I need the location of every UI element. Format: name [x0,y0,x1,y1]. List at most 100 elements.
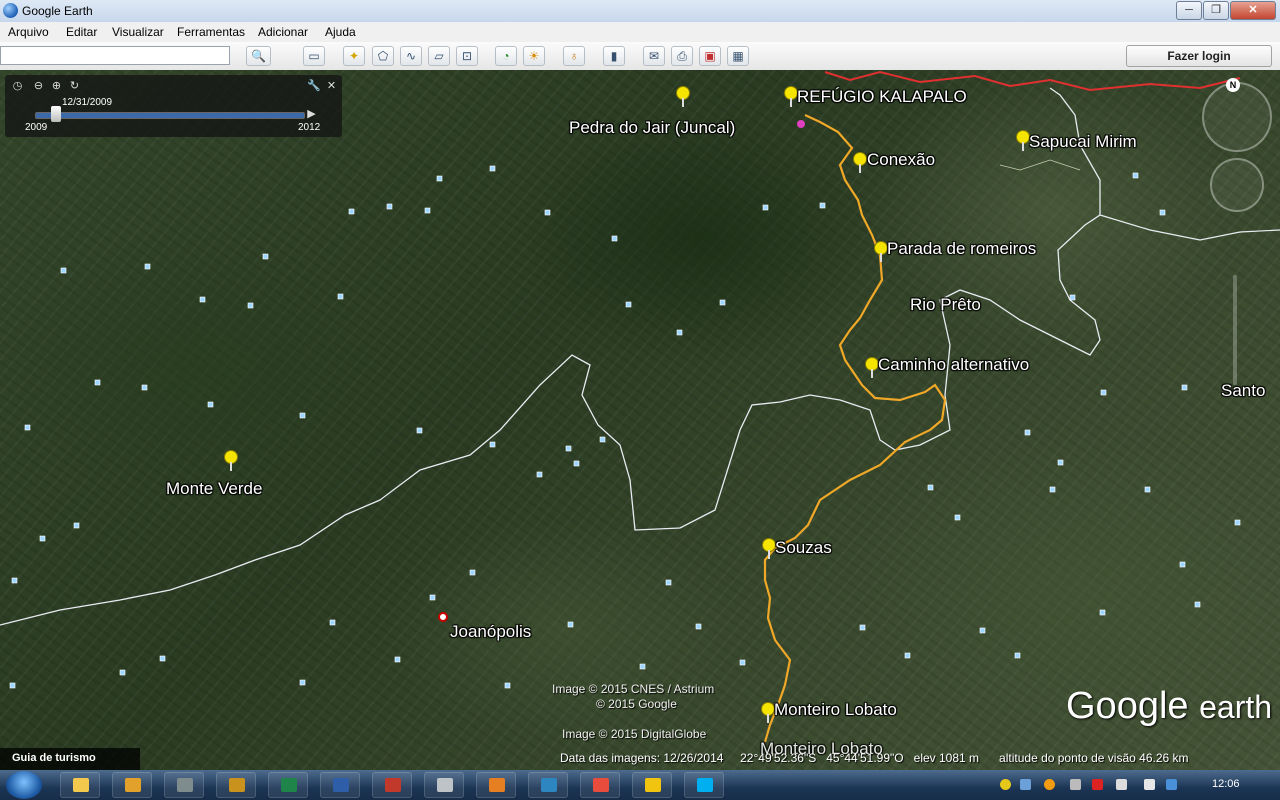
save-image-icon[interactable]: ▦ [727,46,749,66]
word-icon [333,778,349,792]
tour-guide-bar[interactable]: Guia de turismo [0,748,140,770]
placemark-label[interactable]: Caminho alternativo [878,355,1029,375]
historical-imagery-icon[interactable]: ◔ [495,46,517,66]
taskbar-app-word[interactable] [320,772,360,798]
zoom-slider[interactable] [1233,275,1237,385]
map-overlay [0,70,1280,743]
placemark-pin-icon[interactable] [865,357,879,378]
placemark-pin-icon[interactable] [224,450,238,471]
move-joystick[interactable] [1210,158,1264,212]
tray-icon-3[interactable] [1044,779,1055,790]
tray-icon-5[interactable] [1092,779,1103,790]
maps-icon[interactable]: ▣ [699,46,721,66]
placemark-label[interactable]: Sapucai Mirim [1029,132,1137,152]
taskbar-app-explorer[interactable] [60,772,100,798]
acrobat-icon [385,778,401,792]
placemark-label[interactable]: Monteiro Lobato [774,700,897,720]
calculator-icon [177,778,193,792]
maximize-button[interactable]: ❐ [1203,1,1229,20]
network-icon[interactable] [1116,779,1127,790]
placemark-label[interactable]: Conexão [867,150,935,170]
time-slider-panel: ◷ ⊖ ⊕ ↻ 🔧 ✕ 12/31/2009 ▶ 2009 2012 [5,75,342,137]
placemark-pin-icon[interactable] [874,241,888,262]
attribution-google: © 2015 Google [596,697,677,711]
placemark-label[interactable]: REFÚGIO KALAPALO [797,87,967,107]
taskbar-app-skype[interactable] [684,772,724,798]
zoom-in-time-icon[interactable]: ⊕ [50,80,63,93]
look-joystick[interactable]: N [1202,78,1272,152]
taskbar-app-media-player[interactable] [112,772,152,798]
placemark-pin-icon[interactable] [1016,130,1030,151]
placemark-label[interactable]: Souzas [775,538,832,558]
title-bar: Google Earth ─ ❐ ✕ [0,0,1280,22]
volume-icon[interactable] [1144,779,1155,790]
clock-icon[interactable]: ◷ [11,80,24,93]
minimize-button[interactable]: ─ [1176,1,1202,20]
menu-item-arquivo[interactable]: Arquivo [8,25,49,39]
google-earth-watermark: Google earth [1066,685,1272,728]
close-button[interactable]: ✕ [1230,1,1276,20]
refresh-icon[interactable]: ↻ [68,80,81,93]
compass-north-icon[interactable]: N [1226,78,1240,92]
taskbar-app-paint[interactable] [476,772,516,798]
menu-item-ajuda[interactable]: Ajuda [325,25,356,39]
print-icon[interactable]: ⎙ [671,46,693,66]
menu-item-editar[interactable]: Editar [66,25,97,39]
login-button[interactable]: Fazer login [1126,45,1272,67]
taskbar-app-acrobat[interactable] [372,772,412,798]
menu-item-ferramentas[interactable]: Ferramentas [177,25,245,39]
polygon-icon[interactable]: ⬠ [372,46,394,66]
taskbar-app-notes[interactable] [424,772,464,798]
imagery-date: Data das imagens: 12/26/2014 [560,751,724,765]
taskbar-app-app-orange[interactable] [216,772,256,798]
taskbar-app-windows-explorer[interactable] [632,772,672,798]
taskbar-app-chrome[interactable] [580,772,620,798]
time-slider-track[interactable] [35,112,305,119]
menu-bar: Arquivo Editar Visualizar Ferramentas Ad… [0,22,1280,42]
close-time-slider-icon[interactable]: ✕ [325,80,338,93]
placemark-pin-icon[interactable] [784,86,798,107]
window-title: Google Earth [22,4,93,18]
keyboard-icon[interactable] [1166,779,1177,790]
wrench-icon[interactable]: 🔧 [307,80,321,93]
road-line [999,159,1081,171]
overlay-icon[interactable]: ▱ [428,46,450,66]
sidebar-icon[interactable]: ▭ [303,46,325,66]
placemark-pin-icon[interactable] [853,152,867,173]
zoom-out-time-icon[interactable]: ⊖ [32,80,45,93]
watermark-word-earth: earth [1199,689,1273,725]
placemark-icon[interactable]: ✦ [343,46,365,66]
placemark-label[interactable]: Parada de romeiros [887,239,1036,259]
taskbar-app-internet-explorer[interactable] [528,772,568,798]
search-icon[interactable]: 🔍 [246,46,271,66]
placemark-pin-icon[interactable] [762,538,776,559]
placemark-label[interactable]: Monte Verde [166,479,262,499]
sunlight-icon[interactable]: ☀ [523,46,545,66]
placemark-label[interactable]: Pedra do Jair (Juncal) [569,118,735,138]
menu-item-adicionar[interactable]: Adicionar [258,25,308,39]
chrome-icon [593,778,609,792]
email-icon[interactable]: ✉ [643,46,665,66]
taskbar-app-excel[interactable] [268,772,308,798]
elevation-readout: elev 1081 m [913,751,980,765]
taskbar-clock[interactable]: 12:06 [1212,778,1240,790]
planets-icon[interactable]: ♁ [563,46,585,66]
path-icon[interactable]: ∿ [400,46,422,66]
placemark-pin-icon[interactable] [676,86,690,107]
start-button[interactable] [6,771,42,799]
placemark-pin-icon[interactable] [761,702,775,723]
tray-icon-1[interactable] [1000,779,1011,790]
ruler-icon[interactable]: ▮ [603,46,625,66]
search-input[interactable] [0,46,230,65]
notes-icon [437,778,453,792]
tray-icon-2[interactable] [1020,779,1031,790]
time-slider-thumb[interactable] [51,106,62,122]
play-icon[interactable]: ▶ [305,108,318,121]
tray-icon-4[interactable] [1070,779,1081,790]
google-earth-logo-icon [3,3,18,18]
paint-icon [489,778,505,792]
tour-icon[interactable]: ⊡ [456,46,478,66]
menu-item-visualizar[interactable]: Visualizar [112,25,164,39]
map-view[interactable]: REFÚGIO KALAPALO Pedra do Jair (Juncal) Co… [0,70,1280,770]
taskbar-app-calculator[interactable] [164,772,204,798]
